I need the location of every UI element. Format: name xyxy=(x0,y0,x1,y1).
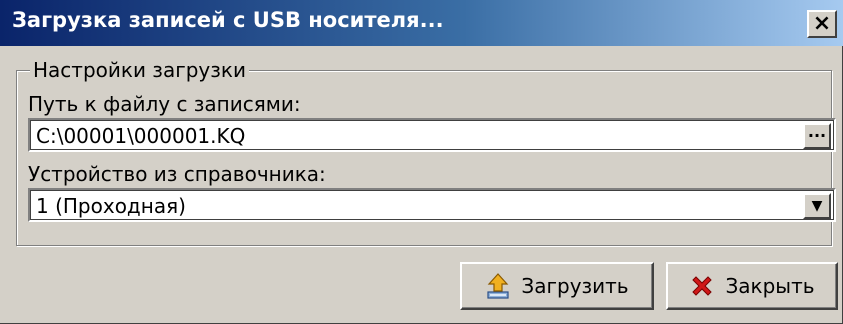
window-title: Загрузка записей с USB носителя... xyxy=(12,8,444,32)
load-button-label: Загрузить xyxy=(521,274,629,298)
file-path-input[interactable]: C:\00001\000001.KQ ··· xyxy=(28,118,836,152)
chevron-down-icon: ▼ xyxy=(811,198,823,214)
device-select[interactable]: 1 (Проходная) ▼ xyxy=(28,188,836,222)
file-path-value: C:\00001\000001.KQ xyxy=(36,124,246,148)
close-button-label: Закрыть xyxy=(725,274,815,298)
red-x-icon xyxy=(689,273,715,299)
ellipsis-icon: ··· xyxy=(807,126,827,145)
close-window-button[interactable]: × xyxy=(807,10,837,38)
dialog-window: Загрузка записей с USB носителя... × Нас… xyxy=(0,0,843,324)
close-icon: × xyxy=(812,11,832,36)
load-button[interactable]: Загрузить xyxy=(460,262,654,310)
upload-icon xyxy=(485,272,511,300)
group-title: Настройки загрузки xyxy=(30,58,249,82)
device-label: Устройство из справочника: xyxy=(28,162,326,186)
dropdown-button[interactable]: ▼ xyxy=(803,193,831,219)
browse-button[interactable]: ··· xyxy=(803,123,831,149)
path-label: Путь к файлу с записями: xyxy=(28,92,301,116)
device-value: 1 (Проходная) xyxy=(36,194,186,218)
close-button[interactable]: Закрыть xyxy=(666,262,838,310)
title-bar[interactable]: Загрузка записей с USB носителя... × xyxy=(0,0,843,46)
